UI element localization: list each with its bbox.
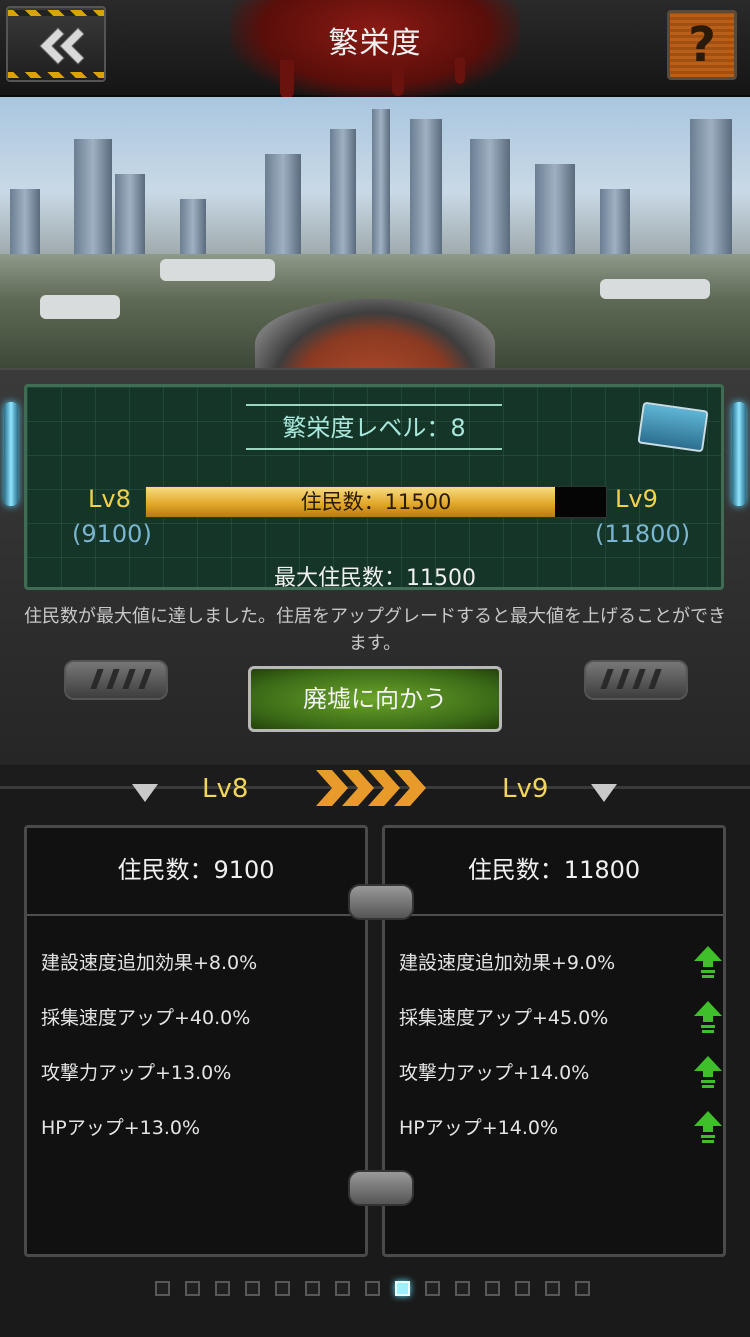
go-to-ruins-button[interactable]: 廃墟に向かう [248,666,502,732]
page-dot[interactable] [515,1281,530,1296]
hinge-decoration [348,1170,414,1206]
triangle-down-icon [591,784,617,802]
tablet-icon [637,401,709,453]
current-level-threshold: (9100) [72,520,152,548]
max-population-label: 最大住民数：11500 [274,566,476,591]
next-stat-gather-speed: 採集速度アップ+45.0% [399,1007,609,1029]
current-stat-gather-speed: 採集速度アップ+40.0% [41,1007,251,1029]
up-arrow-icon [694,946,722,978]
compare-right-level: Lv9 [502,774,549,804]
page-dot[interactable] [185,1281,200,1296]
page-dot[interactable] [335,1281,350,1296]
divider [385,914,723,916]
current-stat-attack: 攻撃力アップ+13.0% [41,1062,232,1084]
page-dot-active[interactable] [395,1281,410,1296]
next-level-threshold: (11800) [595,520,691,548]
question-mark-icon: ? [688,17,716,73]
current-stat-build-speed: 建設速度追加効果+8.0% [41,952,258,974]
up-arrow-icon [694,1056,722,1088]
prosperity-level-label: 繁栄度レベル：8 [282,414,466,442]
up-arrow-icon [694,1111,722,1143]
population-progress-bar: 住民数：11500 [145,486,607,518]
page-dot[interactable] [425,1281,440,1296]
next-stat-build-speed: 建設速度追加効果+9.0% [399,952,616,974]
page-title: 繁栄度 [328,26,422,61]
side-light-decoration [4,402,18,506]
blood-drip-decoration [392,62,404,96]
page-dot[interactable] [215,1281,230,1296]
next-population: 住民数：11800 [467,856,641,884]
next-level-card: 住民数：11800 建設速度追加効果+9.0% 採集速度アップ+45.0% 攻撃… [382,825,726,1257]
city-skyline-image [0,97,750,369]
hinge-decoration [348,884,414,920]
page-dot[interactable] [575,1281,590,1296]
vent-decoration [584,660,688,700]
current-stat-hp: HPアップ+13.0% [41,1117,201,1139]
next-stat-attack: 攻撃力アップ+14.0% [399,1062,590,1084]
next-level-label: Lv9 [615,485,658,513]
current-population: 住民数：9100 [117,856,275,884]
compare-left-level: Lv8 [202,774,249,804]
page-dot[interactable] [455,1281,470,1296]
page-dot[interactable] [485,1281,500,1296]
population-notice: 住民数が最大値に達しました。住居をアップグレードすると最大値を上げることができま… [24,606,726,654]
page-dot[interactable] [545,1281,560,1296]
vent-decoration [64,660,168,700]
divider [27,914,365,916]
triangle-down-icon [132,784,158,802]
up-arrow-icon [694,1001,722,1033]
blood-drip-decoration [280,60,294,98]
page-dot[interactable] [155,1281,170,1296]
page-dot[interactable] [275,1281,290,1296]
side-light-decoration [732,402,746,506]
page-dot[interactable] [245,1281,260,1296]
current-level-label: Lv8 [88,485,131,513]
page-dot[interactable] [365,1281,380,1296]
hazard-stripe [8,10,104,16]
current-level-card: 住民数：9100 建設速度追加効果+8.0% 採集速度アップ+40.0% 攻撃力… [24,825,368,1257]
page-dot[interactable] [305,1281,320,1296]
hazard-stripe [8,72,104,78]
help-button[interactable]: ? [667,10,737,80]
next-stat-hp: HPアップ+14.0% [399,1117,559,1139]
population-progress-label: 住民数：11500 [300,490,452,514]
triple-chevron-arrow-icon [316,770,426,806]
